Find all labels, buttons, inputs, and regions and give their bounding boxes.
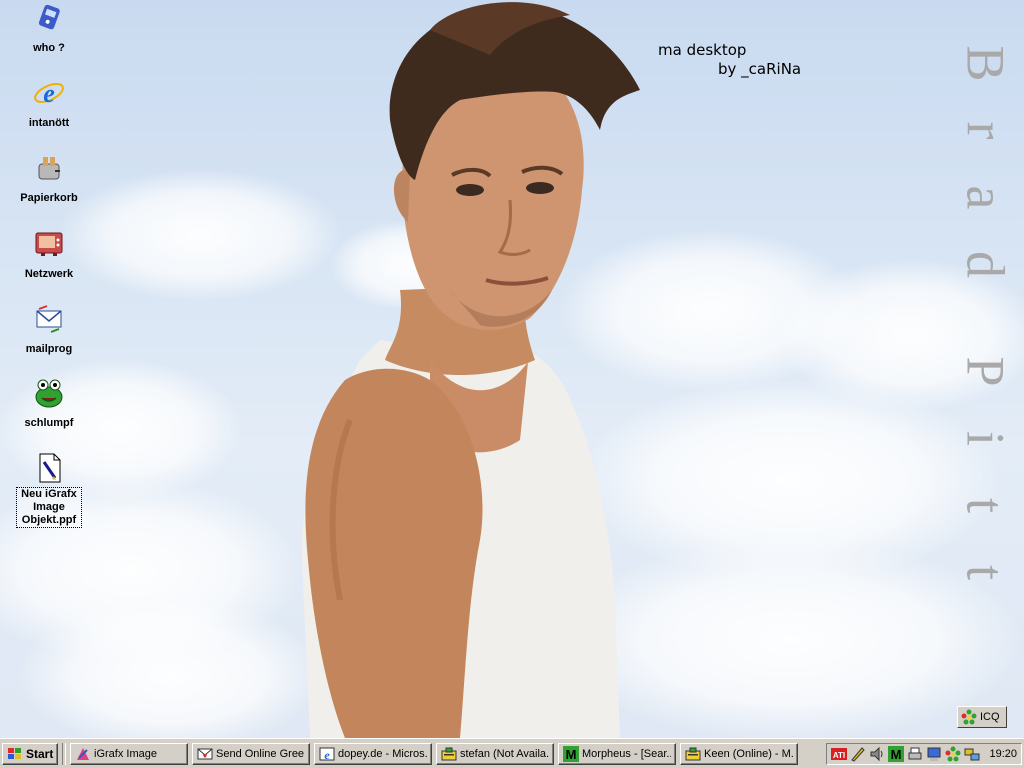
desktop-icon-label: schlumpf — [24, 417, 74, 429]
mail-program-icon — [36, 305, 62, 333]
windows-logo-icon — [8, 747, 21, 759]
vertical-name-text: B r a d P i t t — [950, 30, 1020, 606]
name-letter: r — [955, 121, 1016, 140]
taskbar-clock[interactable]: 19:20 — [989, 748, 1017, 760]
name-letter: P — [955, 356, 1016, 387]
network-icon[interactable] — [964, 746, 980, 762]
desktop-icon-network[interactable]: Netzwerk — [9, 228, 89, 282]
desktop-icon-recycle-bin[interactable]: Papierkorb — [9, 152, 89, 206]
task-label: Keen (Online) - M... — [704, 747, 793, 760]
task-label: Send Online Gree... — [216, 747, 305, 760]
pen-icon[interactable] — [850, 746, 866, 762]
task-button-icq-keen[interactable]: Keen (Online) - M... — [680, 742, 798, 765]
kermit-frog-icon — [35, 379, 63, 408]
speaker-icon[interactable] — [869, 746, 885, 762]
cloud-decoration — [20, 600, 320, 738]
icq-label: ICQ — [980, 711, 1000, 723]
printer-icon[interactable] — [907, 746, 923, 762]
task-label: dopey.de - Micros... — [338, 747, 427, 760]
svg-text:e: e — [324, 748, 330, 762]
desktop-icon-mailprog[interactable]: mailprog — [9, 303, 89, 357]
desktop-background[interactable]: ma desktop by _caRiNa B r a d P i t t wh… — [0, 0, 1024, 738]
caption-title: ma desktop — [658, 41, 747, 59]
name-letter: a — [955, 185, 1016, 210]
svg-text:e: e — [43, 79, 55, 108]
svg-text:ATI: ATI — [833, 751, 845, 760]
desktop-icon-who[interactable]: who ? — [9, 2, 89, 56]
morpheus-tray-icon[interactable]: M — [888, 745, 904, 762]
caption-author: by _caRiNa — [718, 60, 802, 78]
desktop-icon-label: Papierkorb — [20, 192, 78, 204]
taskbar-separator — [62, 742, 66, 765]
ie-window-icon: e — [319, 747, 335, 762]
start-label: Start — [26, 746, 54, 761]
computer-icon[interactable] — [926, 746, 942, 762]
task-button-igrafx[interactable]: iGrafx Image — [70, 742, 188, 765]
task-button-greetings[interactable]: Send Online Gree... — [192, 742, 310, 765]
desktop-icon-label: mailprog — [25, 343, 73, 355]
wallpaper-portrait — [301, 2, 640, 738]
task-label: Morpheus - [Sear... — [582, 747, 671, 760]
svg-text:M: M — [566, 747, 577, 762]
email-heart-icon — [197, 748, 213, 759]
icq-floating-button[interactable]: ICQ — [957, 706, 1007, 728]
desktop-icon-internet[interactable]: e intanött — [9, 77, 89, 131]
name-letter: i — [955, 430, 1016, 446]
desktop-icon-igrafx-file[interactable]: Neu iGrafx Image Objekt.ppf — [9, 452, 89, 528]
start-button[interactable]: Start — [2, 742, 58, 765]
desktop-icon-label: Neu iGrafx Image Objekt.ppf — [16, 487, 82, 528]
network-tv-icon — [35, 232, 63, 256]
icq-flower-icon — [961, 709, 977, 725]
ati-icon[interactable]: ATI — [831, 746, 847, 762]
task-button-morpheus[interactable]: M Morpheus - [Sear... — [558, 742, 676, 765]
document-icon — [39, 453, 61, 483]
blue-device-icon — [38, 4, 60, 30]
icq-chat-icon — [685, 747, 701, 760]
icq-flower-icon[interactable] — [945, 746, 961, 762]
igrafx-icon — [77, 747, 89, 760]
task-label: stefan (Not Availa... — [460, 747, 549, 760]
svg-text:M: M — [891, 747, 902, 762]
toaster-recycle-bin-icon — [38, 157, 60, 180]
desktop-icon-label: intanött — [28, 117, 70, 129]
internet-explorer-icon: e — [34, 79, 64, 108]
name-letter: t — [955, 497, 1016, 513]
task-label: iGrafx Image — [94, 747, 157, 760]
morpheus-icon: M — [563, 745, 579, 762]
desktop-icon-schlumpf[interactable]: schlumpf — [9, 377, 89, 431]
name-letter: t — [955, 564, 1016, 580]
task-button-icq-stefan[interactable]: stefan (Not Availa... — [436, 742, 554, 765]
name-letter: B — [955, 45, 1016, 82]
taskbar: Start iGrafx Image Send Online Gree... e… — [0, 738, 1024, 768]
desktop-icon-label: who ? — [33, 42, 65, 54]
icq-chat-icon — [441, 747, 457, 760]
task-button-browser[interactable]: e dopey.de - Micros... — [314, 742, 432, 765]
system-tray: ATI M 19:20 — [826, 742, 1022, 765]
desktop-icon-label: Netzwerk — [24, 268, 74, 280]
